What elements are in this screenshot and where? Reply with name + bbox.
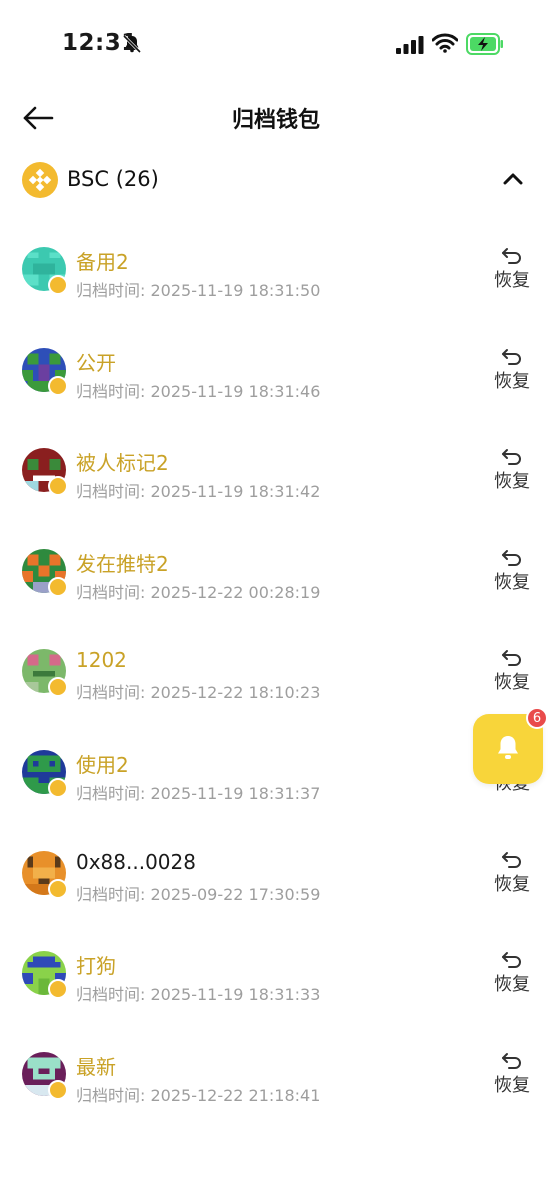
wallet-row: 打狗 归档时间: 2025-11-19 18:31:33 恢复 (0, 924, 552, 1025)
bnb-badge-icon (48, 777, 68, 798)
undo-icon (502, 1052, 521, 1069)
restore-label: 恢复 (494, 571, 530, 593)
wallet-row: 备用2 归档时间: 2025-11-19 18:31:50 恢复 (0, 220, 552, 321)
undo-icon (502, 348, 521, 365)
undo-icon (502, 851, 521, 868)
undo-icon (502, 549, 521, 566)
wallet-name[interactable]: 被人标记2 (76, 447, 169, 476)
bnb-badge-icon (48, 576, 68, 597)
restore-button[interactable]: 恢复 (488, 648, 536, 702)
bell-off-icon (122, 34, 142, 54)
archive-time: 归档时间: 2025-09-22 17:30:59 (76, 884, 321, 904)
archive-time: 归档时间: 2025-12-22 21:18:41 (76, 1085, 321, 1105)
restore-label: 恢复 (494, 471, 530, 493)
undo-icon (502, 449, 521, 466)
restore-button[interactable]: 恢复 (488, 347, 536, 401)
wallet-name[interactable]: 打狗 (76, 950, 116, 979)
restore-button[interactable]: 恢复 (488, 548, 536, 602)
wallet-name[interactable]: 发在推特2 (76, 548, 169, 577)
wallet-row: 最新 归档时间: 2025-12-22 21:18:41 恢复 (0, 1025, 552, 1126)
chevron-up-icon[interactable] (502, 171, 524, 187)
nav-bar: 归档钱包 (0, 92, 552, 144)
restore-button[interactable]: 恢复 (488, 447, 536, 501)
wallet-row: 使用2 归档时间: 2025-11-19 18:31:37 恢复 (0, 723, 552, 824)
chain-name: BSC (26) (67, 167, 159, 191)
bnb-logo-icon (22, 162, 58, 198)
wallet-name[interactable]: 备用2 (76, 246, 129, 275)
wallet-name[interactable]: 公开 (76, 347, 116, 376)
restore-label: 恢复 (494, 1074, 530, 1096)
wifi-icon (432, 33, 458, 53)
undo-icon (502, 248, 521, 264)
wallet-name[interactable]: 使用2 (76, 749, 129, 778)
restore-button[interactable]: 恢复 (488, 950, 536, 1004)
bnb-badge-icon (48, 275, 68, 295)
bnb-badge-icon (48, 677, 68, 698)
wallet-row: 0x88...0028 归档时间: 2025-09-22 17:30:59 恢复 (0, 824, 552, 925)
restore-label: 恢复 (494, 974, 530, 996)
archive-time: 归档时间: 2025-11-19 18:31:42 (76, 482, 321, 502)
wallet-name[interactable]: 1202 (76, 648, 127, 672)
battery-charging-icon (466, 33, 503, 55)
page-title: 归档钱包 (231, 108, 320, 133)
archive-time: 归档时间: 2025-11-19 18:31:33 (76, 985, 321, 1005)
archived-wallet-list: 备用2 归档时间: 2025-11-19 18:31:50 恢复 公开 归档时间… (0, 220, 552, 1125)
undo-icon (502, 650, 521, 667)
partial-list-item (76, 1150, 156, 1160)
archive-time: 归档时间: 2025-12-22 18:10:23 (76, 683, 321, 703)
signal-icon (396, 36, 424, 54)
wallet-row: 公开 归档时间: 2025-11-19 18:31:46 恢复 (0, 321, 552, 422)
chain-group-header[interactable]: BSC (26) (0, 158, 552, 204)
restore-label: 恢复 (494, 873, 530, 895)
bnb-badge-icon (48, 878, 68, 899)
archive-time: 归档时间: 2025-11-19 18:31:37 (76, 783, 321, 803)
bell-icon (498, 736, 518, 759)
wallet-name[interactable]: 最新 (76, 1051, 116, 1080)
undo-icon (502, 952, 521, 969)
notification-count-badge: 6 (526, 707, 548, 729)
restore-button[interactable]: 恢复 (488, 1051, 536, 1105)
restore-label: 恢复 (494, 370, 530, 392)
archive-time: 归档时间: 2025-11-19 18:31:50 (76, 281, 321, 300)
wallet-name[interactable]: 0x88...0028 (76, 850, 196, 874)
wallet-row: 发在推特2 归档时间: 2025-12-22 00:28:19 恢复 (0, 522, 552, 623)
wallet-row: 被人标记2 归档时间: 2025-11-19 18:31:42 恢复 (0, 421, 552, 522)
bnb-badge-icon (48, 979, 68, 1000)
restore-button[interactable]: 恢复 (488, 850, 536, 904)
bnb-badge-icon (48, 1079, 68, 1100)
status-bar: 12:31 (0, 0, 552, 90)
wallet-row: 1202 归档时间: 2025-12-22 18:10:23 恢复 (0, 622, 552, 723)
restore-button[interactable]: 恢复 (488, 246, 536, 300)
restore-label: 恢复 (494, 672, 530, 694)
bnb-badge-icon (48, 375, 68, 396)
archive-time: 归档时间: 2025-11-19 18:31:46 (76, 381, 321, 401)
restore-label: 恢复 (494, 270, 530, 291)
archive-time: 归档时间: 2025-12-22 00:28:19 (76, 582, 321, 602)
bnb-badge-icon (48, 476, 68, 497)
